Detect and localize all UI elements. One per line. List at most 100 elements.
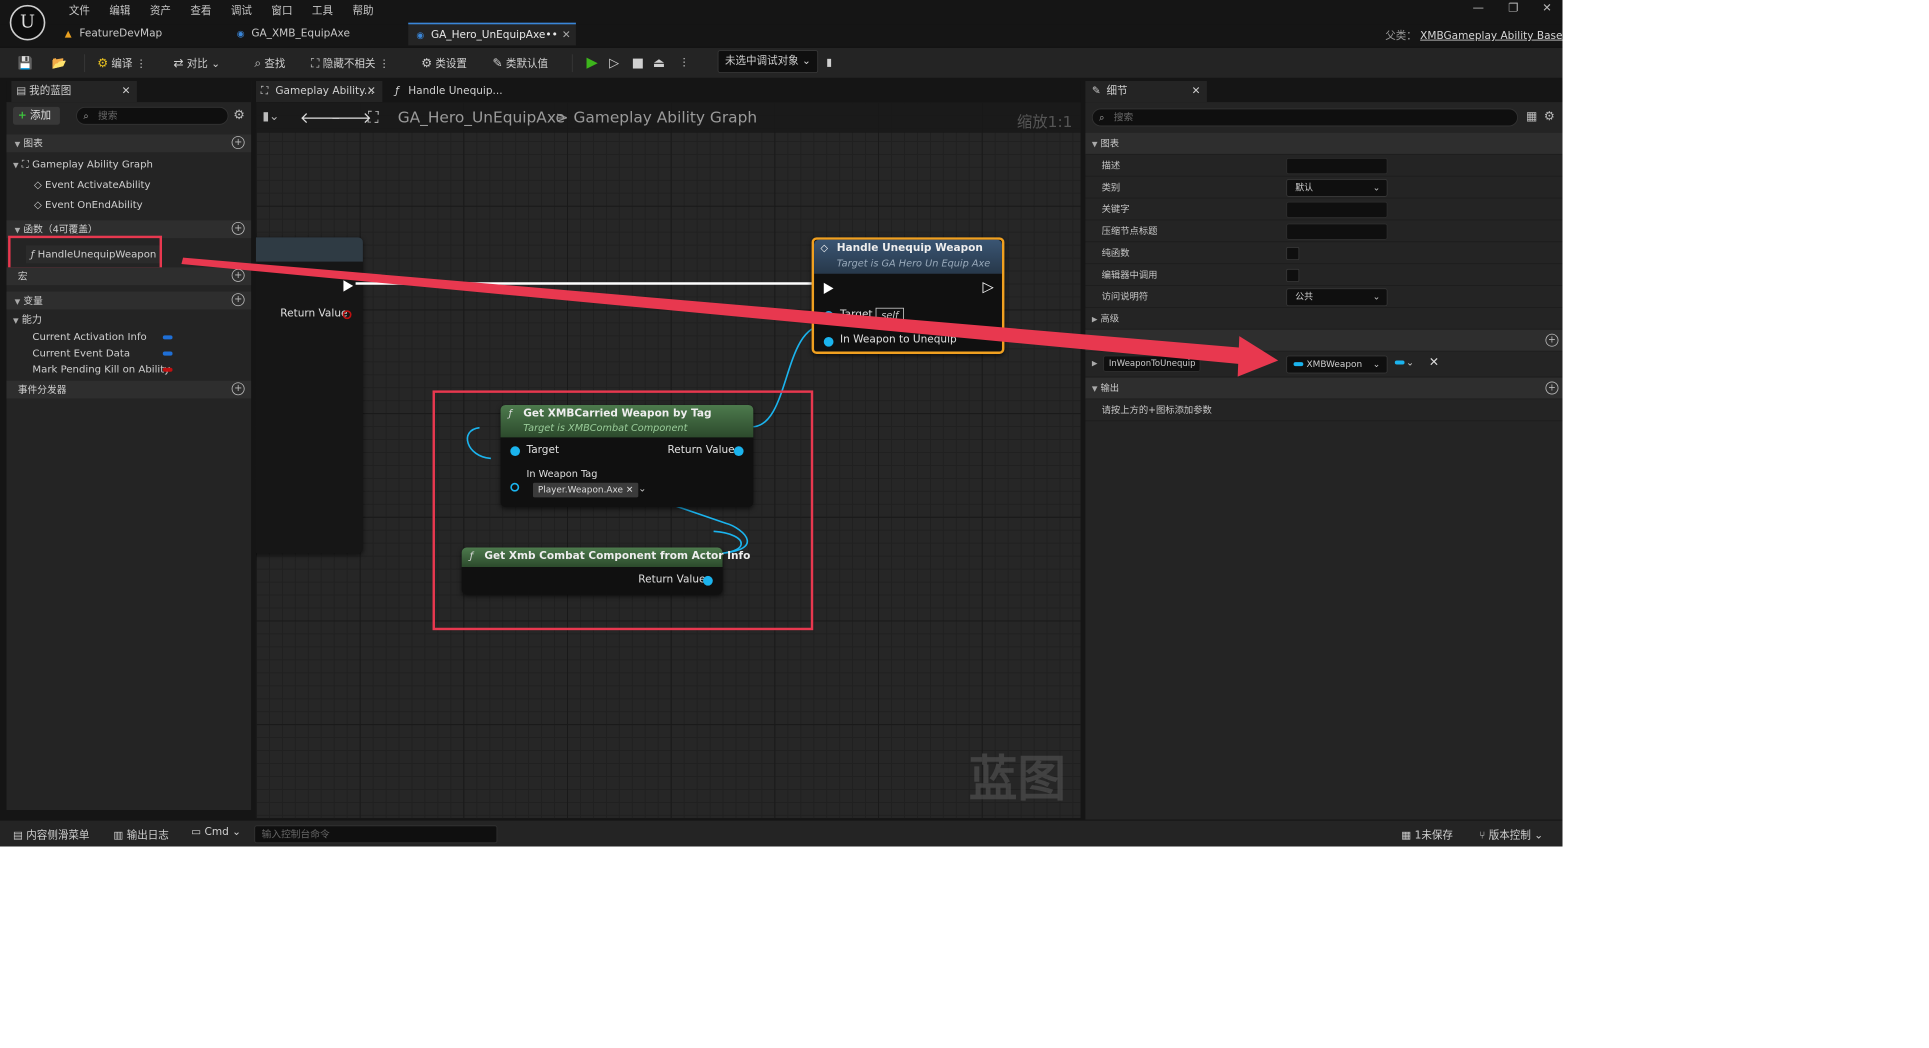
close-icon[interactable]: ✕: [1192, 81, 1201, 102]
target-pin[interactable]: [823, 311, 834, 321]
menu-asset[interactable]: 资产: [140, 3, 181, 19]
pure-checkbox[interactable]: [1286, 247, 1300, 261]
compact-title-field[interactable]: [1286, 223, 1388, 240]
section-graphs[interactable]: ▼ 图表 +: [6, 134, 252, 153]
exec-in-pin[interactable]: [823, 282, 834, 295]
output-log-button[interactable]: ▥ 输出日志: [113, 826, 168, 841]
menu-edit[interactable]: 编辑: [100, 3, 141, 19]
browse-icon[interactable]: 📂: [52, 53, 70, 74]
add-input-icon[interactable]: +: [1545, 333, 1559, 347]
minimize-icon[interactable]: —: [1473, 2, 1484, 15]
expand-arrow-icon[interactable]: ▶: [1092, 360, 1098, 368]
more-icon[interactable]: ⋮: [679, 53, 690, 74]
debug-filter-icon[interactable]: ▮: [826, 53, 832, 74]
console-command-input[interactable]: 输入控制台命令: [254, 825, 498, 844]
diff-icon: ⇄: [173, 55, 184, 71]
grid-view-icon[interactable]: ▦: [1526, 109, 1537, 124]
close-icon[interactable]: ✕: [367, 81, 376, 102]
stop-icon[interactable]: ■: [632, 53, 644, 74]
category-select[interactable]: 默认 ⌄: [1286, 179, 1388, 197]
step-icon[interactable]: ▷: [609, 53, 619, 74]
save-icon[interactable]: 💾: [18, 53, 36, 74]
menu-tools[interactable]: 工具: [302, 3, 343, 19]
expand-arrow-icon: ▼: [14, 226, 21, 235]
tree-category-ability[interactable]: ▼ 能力: [13, 313, 42, 329]
menu-help[interactable]: 帮助: [343, 3, 384, 19]
remove-param-icon[interactable]: ✕: [1429, 352, 1439, 374]
diff-button[interactable]: ⇄ 对比 ⌄: [173, 53, 220, 74]
close-window-icon[interactable]: ✕: [1542, 2, 1552, 15]
in-weapon-pin[interactable]: [823, 336, 834, 347]
param-name-field[interactable]: InWeaponToUnequip: [1103, 355, 1201, 372]
variable-item[interactable]: Current Activation Info: [32, 330, 146, 345]
compile-button[interactable]: ⚙ 编译 ⋮: [97, 53, 146, 74]
details-section-inputs[interactable]: +: [1085, 329, 1563, 352]
tab-ga-hero-unequipaxe[interactable]: ◉ GA_Hero_UnEquipAxe•• ✕: [408, 22, 576, 47]
tab-featuredevmap[interactable]: ▲ FeatureDevMap: [57, 23, 180, 46]
target-self-value[interactable]: self: [875, 307, 905, 323]
add-graph-icon[interactable]: +: [231, 136, 245, 150]
debug-object-label: 未选中调试对象: [724, 55, 799, 68]
variable-item[interactable]: Current Event Data: [32, 346, 130, 361]
parent-class-link[interactable]: XMBGameplay Ability Base: [1420, 30, 1562, 42]
details-search-input[interactable]: ⌕ 搜索: [1091, 108, 1518, 127]
add-variable-icon[interactable]: +: [231, 293, 245, 307]
settings-gear-icon[interactable]: ⚙: [233, 107, 245, 122]
description-field[interactable]: [1286, 157, 1388, 175]
details-section-graph[interactable]: ▼ 图表: [1085, 132, 1563, 155]
drawer-icon: ▤: [12, 829, 23, 842]
tree-event-activate[interactable]: ◇ Event ActivateAbility: [34, 177, 151, 192]
add-output-icon[interactable]: +: [1545, 381, 1559, 395]
param-type-select[interactable]: XMBWeapon ⌄: [1286, 355, 1388, 374]
eject-icon[interactable]: ⏏: [653, 53, 665, 74]
section-label: 高级: [1100, 312, 1120, 324]
menu-view[interactable]: 查看: [181, 3, 222, 19]
add-function-icon[interactable]: +: [231, 221, 245, 235]
menu-debug[interactable]: 调试: [221, 3, 262, 19]
unreal-logo-icon[interactable]: U: [9, 4, 46, 41]
tab-label: 细节: [1106, 85, 1128, 98]
tab-gameplay-ability-graph[interactable]: ⛶ Gameplay Ability... ✕: [255, 81, 383, 103]
find-button[interactable]: ⌕ 查找: [254, 53, 285, 74]
class-defaults-button[interactable]: ✎ 类默认值: [492, 53, 548, 74]
details-section-outputs[interactable]: ▼ 输出 +: [1085, 377, 1563, 400]
call-in-editor-checkbox[interactable]: [1286, 268, 1300, 282]
graph-canvas[interactable]: ▮⌄ 🡐 🡒 ⛶ GA_Hero_UnEquipAxe > Gameplay A…: [255, 102, 1081, 819]
gear-icon[interactable]: ⚙: [1544, 109, 1555, 124]
add-dispatcher-icon[interactable]: +: [231, 382, 245, 396]
variable-item[interactable]: Mark Pending Kill on Ability: [32, 362, 170, 377]
restore-icon[interactable]: ❐: [1508, 2, 1518, 15]
tab-my-blueprint[interactable]: ▤ 我的蓝图 ✕: [11, 81, 137, 103]
details-section-advanced[interactable]: ▶ 高级: [1085, 308, 1563, 330]
tab-handle-unequip[interactable]: ƒ Handle Unequip...: [392, 81, 513, 102]
container-type-pill[interactable]: [1394, 360, 1405, 365]
section-event-dispatchers[interactable]: 事件分发器 +: [6, 380, 252, 399]
chevron-down-icon[interactable]: ⌄: [1406, 352, 1414, 374]
tab-ga-xmb-equipaxe[interactable]: ◉ GA_XMB_EquipAxe: [229, 23, 368, 46]
debug-object-select[interactable]: 未选中调试对象 ⌄: [717, 50, 819, 73]
blueprint-search-input[interactable]: ⌕ 搜索: [76, 106, 229, 125]
separator: [571, 54, 573, 73]
tree-gameplay-ability-graph[interactable]: ▼ ⛶ Gameplay Ability Graph: [13, 157, 153, 173]
cmd-button[interactable]: ▭ Cmd ⌄: [191, 826, 241, 838]
prop-call-in-editor: 编辑器中调用: [1085, 264, 1563, 286]
section-variables[interactable]: ▼ 变量 +: [6, 291, 252, 310]
add-macro-icon[interactable]: +: [231, 268, 245, 282]
tree-event-onend[interactable]: ◇ Event OnEndAbility: [34, 198, 143, 213]
section-macros[interactable]: 宏 +: [6, 267, 252, 286]
unsaved-button[interactable]: ▦ 1未保存: [1401, 826, 1453, 841]
handle-unequip-weapon-node[interactable]: Handle Unequip Weapon ◇ Target is GA Her…: [811, 237, 1005, 354]
access-specifier-select[interactable]: 公共 ⌄: [1286, 288, 1388, 307]
hide-unrelated-button[interactable]: ⛶ 隐藏不相关 ⋮: [311, 53, 389, 74]
close-tab-icon[interactable]: ✕: [562, 24, 571, 47]
tab-details[interactable]: ✎ 细节 ✕: [1085, 81, 1207, 103]
class-settings-button[interactable]: ⚙ 类设置: [421, 53, 467, 74]
close-icon[interactable]: ✕: [122, 81, 131, 102]
keywords-field[interactable]: [1286, 201, 1388, 218]
play-icon[interactable]: ▶: [586, 53, 597, 74]
menu-window[interactable]: 窗口: [262, 3, 303, 19]
add-button[interactable]: + 添加: [12, 106, 60, 125]
menu-file[interactable]: 文件: [59, 3, 100, 19]
source-control-button[interactable]: ⑂ 版本控制 ⌄: [1479, 826, 1543, 841]
content-drawer-button[interactable]: ▤ 内容侧滑菜单: [13, 826, 90, 841]
